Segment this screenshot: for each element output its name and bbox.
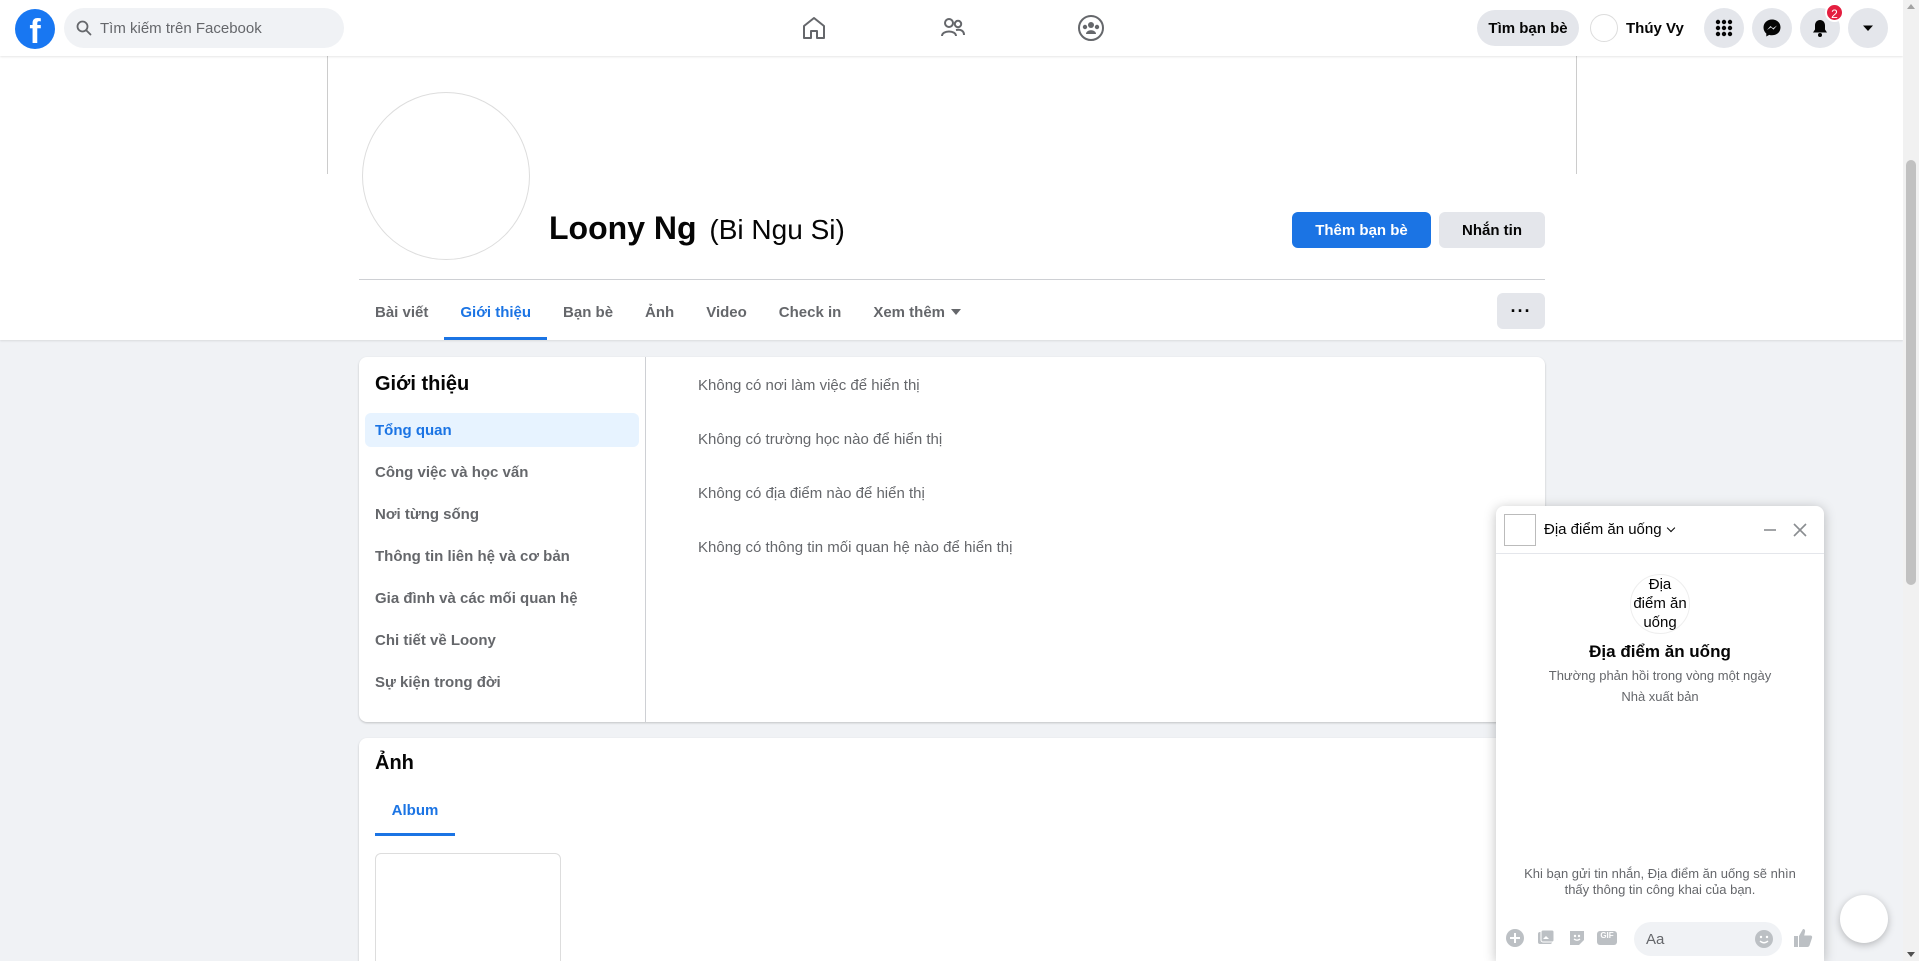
about-nav-life-events[interactable]: Sự kiện trong đời	[365, 665, 639, 699]
sticker-button[interactable]	[1566, 927, 1588, 949]
user-name: Thúy Vy	[1626, 19, 1684, 37]
profile-primary-name: Loony Ng	[549, 210, 697, 246]
profile-shortcut[interactable]: Thúy Vy	[1590, 12, 1684, 44]
tab-album[interactable]: Album	[375, 788, 455, 836]
facebook-logo-icon[interactable]: f	[15, 9, 55, 49]
chat-window: Địa điểm ăn uống Địa điểm ăn uống Địa đi…	[1496, 506, 1824, 961]
about-nav-details[interactable]: Chi tiết về Loony	[365, 623, 639, 657]
about-nav-contact-info[interactable]: Thông tin liên hệ và cơ bản	[365, 539, 639, 573]
about-sidebar: Giới thiệu Tổng quan Công việc và học vấ…	[359, 357, 646, 722]
page-scrollbar[interactable]	[1903, 0, 1919, 961]
close-chat-button[interactable]	[1790, 520, 1810, 540]
groups-icon	[1078, 15, 1104, 41]
chat-page-category: Nhà xuất bản	[1621, 689, 1699, 704]
scroll-up-arrow-icon[interactable]	[1907, 4, 1915, 9]
about-nav-overview[interactable]: Tổng quan	[365, 413, 639, 447]
cover-border-right	[1576, 56, 1577, 174]
about-title: Giới thiệu	[375, 373, 470, 395]
about-row-places: Không có địa điểm nào để hiển thị	[698, 485, 925, 502]
menu-button[interactable]	[1704, 8, 1744, 48]
photo-icon	[1538, 929, 1555, 944]
minimize-chat-button[interactable]	[1760, 520, 1780, 540]
chat-page-picture-alt: Địa điểm ăn uống	[1633, 576, 1687, 631]
message-button[interactable]: Nhắn tin	[1439, 212, 1545, 248]
header-divider	[359, 279, 1545, 280]
tab-photos[interactable]: Ảnh	[629, 284, 690, 340]
about-row-relationship: Không có thông tin mối quan hệ nào để hi…	[698, 539, 1013, 556]
notification-badge: 2	[1825, 3, 1844, 22]
add-friend-button[interactable]: Thêm bạn bè	[1292, 212, 1431, 248]
chat-header: Địa điểm ăn uống	[1496, 506, 1824, 554]
chat-input-box[interactable]	[1634, 922, 1782, 956]
emoji-icon[interactable]	[1754, 929, 1774, 949]
tab-about[interactable]: Giới thiệu	[444, 284, 547, 340]
chat-more-actions-button[interactable]	[1504, 927, 1526, 949]
messenger-button[interactable]	[1752, 8, 1792, 48]
about-row-workplace: Không có nơi làm việc để hiển thị	[698, 377, 920, 394]
close-icon	[1793, 523, 1807, 537]
caret-down-icon	[951, 309, 962, 315]
search-icon	[76, 20, 92, 36]
tab-more-label: Xem thêm	[873, 303, 946, 321]
gif-label: GIF	[1600, 931, 1614, 940]
chat-page-name: Địa điểm ăn uống	[1589, 642, 1731, 661]
about-nav-places-lived[interactable]: Nơi từng sống	[365, 497, 639, 531]
groups-nav-button[interactable]	[1071, 8, 1111, 48]
like-button[interactable]	[1792, 927, 1814, 949]
find-friends-button[interactable]: Tìm bạn bè	[1477, 10, 1579, 46]
more-options-button[interactable]: ···	[1497, 293, 1545, 329]
bell-icon	[1813, 20, 1827, 37]
about-nav-work-education[interactable]: Công việc và học vấn	[365, 455, 639, 489]
profile-picture[interactable]	[362, 92, 530, 260]
caret-down-icon	[1863, 25, 1873, 31]
top-navigation-bar: f Tìm bạn bè Thúy Vy	[0, 0, 1903, 56]
profile-alternate-name: (Bi Ngu Si)	[709, 214, 845, 245]
about-row-school: Không có trường học nào để hiển thị	[698, 431, 943, 448]
chat-privacy-note: Khi bạn gửi tin nhắn, Địa điểm ăn uống s…	[1524, 866, 1796, 897]
search-box[interactable]	[64, 8, 344, 48]
chat-page-picture: Địa điểm ăn uống	[1630, 574, 1690, 634]
scrollbar-thumb[interactable]	[1906, 160, 1916, 585]
scroll-down-arrow-icon[interactable]	[1907, 952, 1915, 957]
about-card: Giới thiệu Tổng quan Công việc và học vấ…	[359, 357, 1545, 722]
chat-response-time: Thường phản hồi trong vòng một ngày	[1548, 668, 1772, 683]
photos-title: Ảnh	[375, 752, 414, 774]
chat-name-dropdown[interactable]: Địa điểm ăn uống	[1544, 521, 1675, 538]
chat-avatar[interactable]	[1504, 514, 1536, 546]
friends-icon	[941, 18, 965, 37]
profile-tabs: Bài viết Giới thiệu Bạn bè Ảnh Video Che…	[359, 284, 977, 340]
chevron-down-icon	[1666, 523, 1675, 533]
friends-nav-button[interactable]	[933, 8, 973, 48]
chat-name-label: Địa điểm ăn uống	[1544, 521, 1662, 538]
thumbs-up-icon	[1794, 929, 1813, 947]
messenger-icon	[1763, 19, 1781, 37]
home-nav-button[interactable]	[794, 8, 834, 48]
cover-border-left	[327, 56, 328, 174]
sticker-icon	[1570, 931, 1584, 945]
tab-more[interactable]: Xem thêm	[857, 284, 977, 340]
tab-posts[interactable]: Bài viết	[359, 284, 444, 340]
tab-check-ins[interactable]: Check in	[763, 284, 858, 340]
photos-card: Ảnh Album	[359, 738, 1545, 961]
search-input[interactable]	[100, 8, 330, 48]
chat-composer: GIF	[1496, 914, 1824, 961]
account-button[interactable]	[1848, 8, 1888, 48]
gif-button[interactable]: GIF	[1596, 927, 1618, 949]
plus-circle-icon	[1506, 929, 1524, 947]
notifications-button[interactable]: 2	[1800, 3, 1844, 48]
grid-menu-icon	[1715, 19, 1733, 37]
new-message-button[interactable]	[1840, 895, 1888, 943]
avatar	[1590, 14, 1618, 42]
tab-friends[interactable]: Bạn bè	[547, 284, 629, 340]
home-icon	[803, 17, 825, 39]
chat-message-input[interactable]	[1646, 922, 1746, 956]
attach-photo-button[interactable]	[1535, 927, 1557, 949]
profile-name: Loony Ng (Bi Ngu Si)	[549, 210, 845, 247]
minimize-icon	[1764, 529, 1776, 531]
about-nav-family-relationships[interactable]: Gia đình và các mối quan hệ	[365, 581, 639, 615]
album-thumbnail[interactable]	[375, 853, 561, 961]
tab-videos[interactable]: Video	[690, 284, 763, 340]
